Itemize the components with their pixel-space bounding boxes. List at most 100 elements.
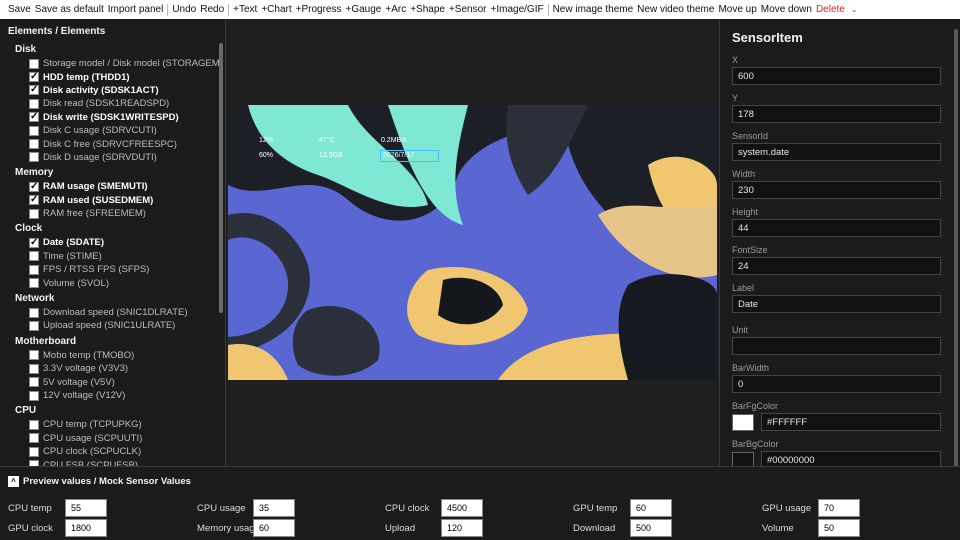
element-checkbox[interactable] [29,237,39,248]
unit-field[interactable] [732,337,941,355]
toolbar-button-move-down[interactable]: Move down [761,4,812,15]
mock-value-field[interactable]: 35 [253,499,295,517]
element-item[interactable]: Disk C free (SDRVCFREESPC) [0,137,225,150]
toolbar-button-arc[interactable]: +Arc [385,4,406,15]
group-header-disk[interactable]: Disk [0,41,225,57]
elements-scrollbar[interactable] [219,43,223,313]
element-item[interactable]: FPS / RTSS FPS (SFPS) [0,263,225,276]
element-item[interactable]: Disk read (SDSK1READSPD) [0,97,225,110]
element-checkbox[interactable] [29,125,39,136]
element-item[interactable]: Disk activity (SDSK1ACT) [0,84,225,97]
element-checkbox[interactable] [29,139,39,150]
toolbar-button-image-gif[interactable]: +Image/GIF [491,4,544,15]
mock-value-field[interactable]: 55 [65,499,107,517]
width-field[interactable]: 230 [732,181,941,199]
element-item[interactable]: CPU clock (SCPUCLK) [0,445,225,458]
group-header-memory[interactable]: Memory [0,164,225,180]
element-item[interactable]: Date (SDATE) [0,236,225,249]
element-checkbox[interactable] [29,320,39,331]
sensorid-field[interactable]: system.date [732,143,941,161]
mock-value-field[interactable]: 60 [253,519,295,537]
element-item[interactable]: CPU temp (TCPUPKG) [0,418,225,431]
element-checkbox[interactable] [29,111,39,123]
barbgcolor-field[interactable]: #00000000 [761,451,941,466]
collapse-icon[interactable]: ^ [8,476,19,487]
element-item[interactable]: HDD temp (THDD1) [0,70,225,83]
barfgcolor-field[interactable]: #FFFFFF [761,413,941,431]
mock-value-field[interactable]: 120 [441,519,483,537]
element-checkbox[interactable] [29,363,39,374]
element-item[interactable]: Disk C usage (SDRVCUTI) [0,124,225,137]
element-item[interactable]: RAM used (SUSEDMEM) [0,194,225,207]
toolbar-button-text[interactable]: +Text [233,4,257,15]
group-header-clock[interactable]: Clock [0,220,225,236]
element-checkbox[interactable] [29,390,39,401]
element-item[interactable]: Upload speed (SNIC1ULRATE) [0,319,225,332]
toolbar-button-save[interactable]: Save [8,4,31,15]
element-checkbox[interactable] [29,251,39,262]
mock-value-field[interactable]: 60 [630,499,672,517]
overflow-chevron-icon[interactable]: ⌄ [851,5,858,14]
toolbar-button-shape[interactable]: +Shape [410,4,445,15]
element-checkbox[interactable] [29,446,39,457]
toolbar-button-gauge[interactable]: +Gauge [345,4,381,15]
element-item[interactable]: Volume (SVOL) [0,276,225,289]
element-checkbox[interactable] [29,377,39,388]
element-item[interactable]: Download speed (SNIC1DLRATE) [0,306,225,319]
element-checkbox[interactable] [29,71,39,83]
group-header-cpu[interactable]: CPU [0,402,225,418]
group-header-motherboard[interactable]: Motherboard [0,333,225,349]
element-item[interactable]: RAM usage (SMEMUTI) [0,180,225,193]
element-item[interactable]: 3.3V voltage (V3V3) [0,362,225,375]
overlay-ram-usage[interactable]: 60% [259,152,273,159]
x-field[interactable]: 600 [732,67,941,85]
element-checkbox[interactable] [29,58,39,69]
element-checkbox[interactable] [29,98,39,109]
fontsize-field[interactable]: 24 [732,257,941,275]
element-checkbox[interactable] [29,433,39,444]
height-field[interactable]: 44 [732,219,941,237]
element-item[interactable]: 12V voltage (V12V) [0,389,225,402]
toolbar-button-progress[interactable]: +Progress [296,4,342,15]
element-item[interactable]: CPU FSB (SCPUFSB) [0,458,225,466]
toolbar-button-delete[interactable]: Delete [816,4,845,15]
element-checkbox[interactable] [29,208,39,219]
mock-value-field[interactable]: 4500 [441,499,483,517]
theme-canvas[interactable]: 12% 47°C 0.2MB/s 60% 12.9GB 2026/7/17 [228,105,717,380]
group-header-network[interactable]: Network [0,290,225,306]
element-checkbox[interactable] [29,152,39,163]
mock-value-field[interactable]: 50 [818,519,860,537]
toolbar-button-new-video-theme[interactable]: New video theme [637,4,714,15]
label-field[interactable]: Date [732,295,941,313]
element-checkbox[interactable] [29,84,39,96]
toolbar-button-move-up[interactable]: Move up [718,4,756,15]
element-checkbox[interactable] [29,181,39,192]
element-checkbox[interactable] [29,419,39,430]
overlay-cpu-usage[interactable]: 12% [259,137,273,144]
element-checkbox[interactable] [29,307,39,318]
element-item[interactable]: Storage model / Disk model (STORAGEMODEL… [0,57,225,70]
toolbar-button-new-image-theme[interactable]: New image theme [553,4,634,15]
y-field[interactable]: 178 [732,105,941,123]
toolbar-button-chart[interactable]: +Chart [261,4,291,15]
mock-value-field[interactable]: 1800 [65,519,107,537]
element-item[interactable]: Mobo temp (TMOBO) [0,349,225,362]
element-checkbox[interactable] [29,264,39,275]
overlay-disk-write[interactable]: 0.2MB/s [381,137,407,144]
element-item[interactable]: Time (STIME) [0,250,225,263]
toolbar-button-redo[interactable]: Redo [200,4,224,15]
overlay-hdd-temp[interactable]: 47°C [319,137,335,144]
element-checkbox[interactable] [29,278,39,289]
barbgcolor-swatch[interactable] [732,452,754,466]
toolbar-button-undo[interactable]: Undo [172,4,196,15]
element-item[interactable]: 5V voltage (V5V) [0,375,225,388]
element-item[interactable]: RAM free (SFREEMEM) [0,207,225,220]
mock-value-field[interactable]: 70 [818,499,860,517]
element-item[interactable]: Disk D usage (SDRVDUTI) [0,151,225,164]
mock-value-field[interactable]: 500 [630,519,672,537]
element-item[interactable]: Disk write (SDSK1WRITESPD) [0,111,225,124]
overlay-ram-used[interactable]: 12.9GB [319,152,343,159]
toolbar-button-save-as-default[interactable]: Save as default [35,4,104,15]
toolbar-button-sensor[interactable]: +Sensor [449,4,487,15]
barfgcolor-swatch[interactable] [732,414,754,431]
